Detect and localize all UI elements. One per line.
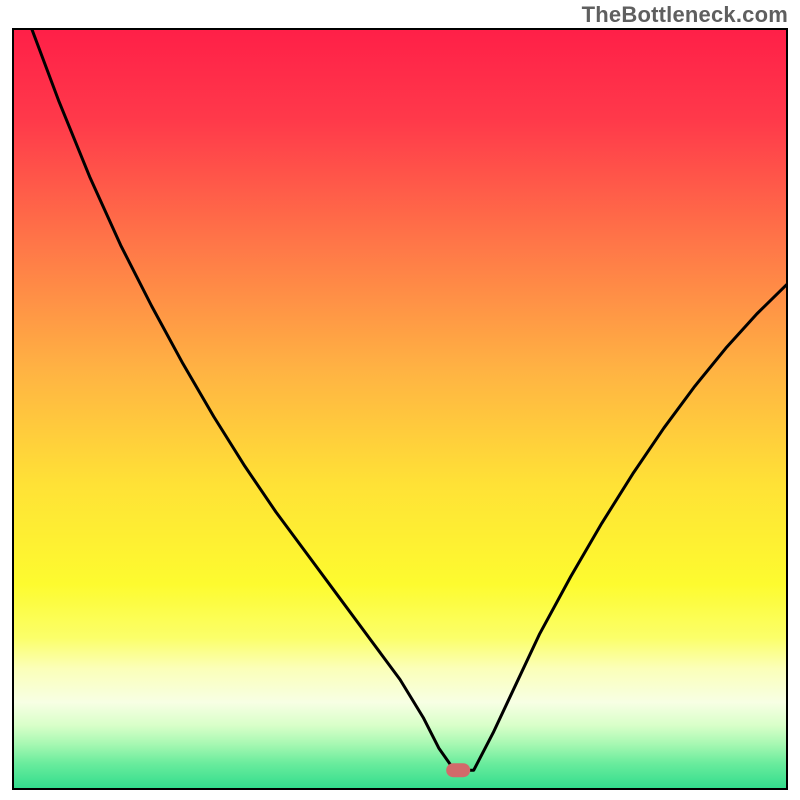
watermark-label: TheBottleneck.com	[582, 2, 788, 28]
minimum-marker	[446, 763, 470, 777]
plot-background	[12, 28, 788, 790]
bottleneck-chart	[12, 28, 788, 790]
chart-container: TheBottleneck.com	[0, 0, 800, 800]
